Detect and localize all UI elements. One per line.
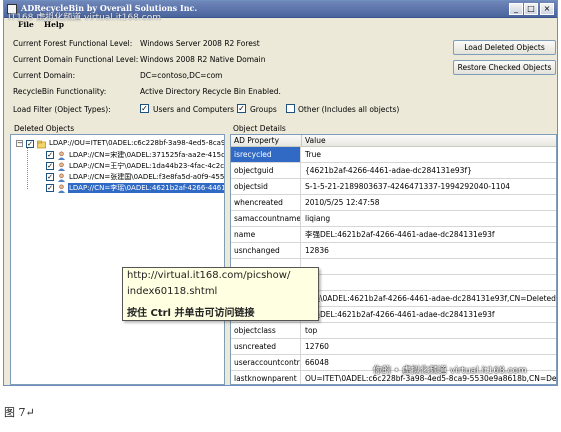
- current-domain-label: Current Domain:: [13, 71, 76, 80]
- grid-cell-property: objectsid: [231, 179, 301, 194]
- grid-row[interactable]: samaccountname liqiang: [231, 211, 556, 227]
- tree-item-checkbox[interactable]: ✓: [46, 173, 54, 181]
- ou-folder-icon: [37, 140, 46, 149]
- load-filter-label: Load Filter (Object Types):: [13, 105, 111, 114]
- user-icon: [58, 173, 65, 182]
- minimize-button[interactable]: _: [509, 3, 523, 15]
- watermark-top: IT168 虚拟化频道 virtual.it168.com: [8, 13, 161, 23]
- object-details-grid[interactable]: AD Property Value isrecycled True objectgu…: [230, 134, 557, 385]
- current-domain-value: DC=contoso,DC=com: [140, 71, 223, 80]
- deleted-objects-tree[interactable]: − ✓ LDAP://OU=ITET\0ADEL:c6c228bf-3a98-4…: [10, 134, 225, 385]
- column-header-value[interactable]: Value: [302, 135, 556, 147]
- domain-level-label: Current Domain Functional Level:: [13, 55, 139, 64]
- load-deleted-objects-button[interactable]: Load Deleted Objects: [453, 40, 556, 55]
- watermark-bottom: 你的 • 虚拟化频道 virtual.it168.com: [373, 366, 527, 376]
- grid-row[interactable]: name 李强DEL:4621b2af-4266-4461-adae-dc2841…: [231, 227, 556, 243]
- figure-caption: 图 7↵: [4, 406, 35, 419]
- grid-cell-property: objectclass: [231, 323, 301, 338]
- restore-checked-objects-button[interactable]: Restore Checked Objects: [453, 60, 556, 75]
- grid-cell-property: name: [231, 227, 301, 242]
- deleted-objects-title: Deleted Objects: [14, 124, 75, 133]
- grid-row[interactable]: isrecycled True: [231, 147, 556, 163]
- grid-cell-value: 12760: [305, 342, 329, 351]
- filter-users-label: Users and Computers: [153, 105, 235, 114]
- maximize-button[interactable]: □: [524, 3, 538, 15]
- grid-cell-value: liqiang: [305, 214, 331, 223]
- link-tooltip: http://virtual.it168.com/picshow/ index6…: [122, 267, 319, 321]
- filter-other-label: Other (Includes all objects): [298, 105, 400, 114]
- tooltip-url-line1: http://virtual.it168.com/picshow/: [127, 270, 291, 281]
- filter-other-checkbox[interactable]: [286, 104, 295, 113]
- grid-cell-value: 李强DEL:4621b2af-4266-4461-adae-dc284131e9…: [305, 230, 495, 239]
- grid-cell-value: 李强DEL:4621b2af-4266-4461-adae-dc284131e9…: [305, 310, 495, 319]
- grid-cell-property: isrecycled: [231, 147, 301, 162]
- user-icon: [58, 184, 65, 193]
- filter-users-checkbox[interactable]: ✓: [140, 104, 149, 113]
- grid-cell-value: [302, 259, 556, 274]
- column-header-property[interactable]: AD Property: [231, 135, 302, 147]
- grid-cell-value: True: [305, 150, 321, 159]
- object-details-title: Object Details: [233, 124, 286, 133]
- grid-cell-property: useraccountcontrol: [231, 355, 301, 370]
- grid-row[interactable]: objectsid S-1-5-21-2189803637-4246471337-…: [231, 179, 556, 195]
- grid-cell-value: 12836: [305, 246, 329, 255]
- grid-row[interactable]: objectguid {4621b2af-4266-4461-adae-dc284…: [231, 163, 556, 179]
- tree-root-label: LDAP://OU=ITET\0ADEL:c6c228bf-3a98-4ed5-…: [49, 139, 225, 147]
- tree-item-checkbox[interactable]: ✓: [46, 162, 54, 170]
- close-button[interactable]: ×: [540, 3, 554, 15]
- recyclebin-value: Active Directory Recycle Bin Enabled.: [140, 87, 281, 96]
- grid-cell-property: lastknownparent: [231, 371, 301, 384]
- tree-item-checkbox[interactable]: ✓: [46, 151, 54, 159]
- grid-cell-property: samaccountname: [231, 211, 301, 226]
- grid-row[interactable]: objectclass top: [231, 323, 556, 339]
- grid-cell-value: 李强\0ADEL:4621b2af-4266-4461-adae-dc28413…: [305, 294, 557, 303]
- tooltip-url-line2: index60118.shtml: [127, 286, 218, 297]
- grid-cell-property: usnchanged: [231, 243, 301, 258]
- tooltip-hint: 按住 Ctrl 并单击可访问链接: [127, 308, 255, 319]
- grid-cell-value: 2010/5/25 12:47:58: [305, 198, 380, 207]
- tree-root-row[interactable]: − ✓ LDAP://OU=ITET\0ADEL:c6c228bf-3a98-4…: [11, 139, 225, 149]
- filter-groups-label: Groups: [250, 105, 277, 114]
- grid-row[interactable]: usncreated 12760: [231, 339, 556, 355]
- tree-item-selected[interactable]: ✓ LDAP://CN=李瑶\0ADEL:4621b2af-4266-4461-…: [11, 183, 224, 193]
- filter-groups-checkbox[interactable]: ✓: [237, 104, 246, 113]
- grid-cell-property: objectguid: [231, 163, 301, 178]
- grid-header: AD Property Value: [231, 135, 556, 147]
- forest-level-value: Windows Server 2008 R2 Forest: [140, 39, 260, 48]
- grid-row[interactable]: whencreated 2010/5/25 12:47:58: [231, 195, 556, 211]
- tree-item[interactable]: ✓ LDAP://CN=宋建\0ADEL:371525fa-aa2e-415c-…: [11, 150, 225, 160]
- collapse-icon[interactable]: −: [16, 140, 23, 147]
- user-icon: [58, 151, 65, 160]
- grid-cell-value: {4621b2af-4266-4461-adae-dc284131e93f}: [305, 166, 472, 175]
- tree-item-label: LDAP://CN=王宁\0ADEL:1da44b23-4fac-4c2c-9: [69, 162, 225, 170]
- grid-cell-value: [302, 275, 556, 290]
- app-window: ADRecycleBin by Overall Solutions Inc. _…: [3, 0, 558, 386]
- recyclebin-label: RecycleBin Functionality:: [13, 87, 107, 96]
- forest-level-label: Current Forest Functional Level:: [13, 39, 133, 48]
- tree-item-checkbox[interactable]: ✓: [46, 184, 54, 192]
- domain-level-value: Windows 2008 R2 Native Domain: [140, 55, 266, 64]
- tree-item-label: LDAP://CN=张建国\0ADEL:f3e8fa5d-a0f9-455c: [69, 173, 225, 181]
- tree-item[interactable]: ✓ LDAP://CN=王宁\0ADEL:1da44b23-4fac-4c2c-…: [11, 161, 225, 171]
- grid-row[interactable]: usnchanged 12836: [231, 243, 556, 259]
- tree-root-checkbox[interactable]: ✓: [26, 140, 34, 148]
- tree-item-label: LDAP://CN=宋建\0ADEL:371525fa-aa2e-415c-4: [69, 151, 225, 159]
- user-icon: [58, 162, 65, 171]
- grid-cell-property: usncreated: [231, 339, 301, 354]
- tree-item-label: LDAP://CN=李瑶\0ADEL:4621b2af-4266-4461-ad: [68, 183, 224, 193]
- grid-cell-property: whencreated: [231, 195, 301, 210]
- grid-cell-value: top: [305, 326, 318, 335]
- tree-item[interactable]: ✓ LDAP://CN=张建国\0ADEL:f3e8fa5d-a0f9-455c: [11, 172, 225, 182]
- grid-cell-value: S-1-5-21-2189803637-4246471337-199429204…: [305, 182, 511, 191]
